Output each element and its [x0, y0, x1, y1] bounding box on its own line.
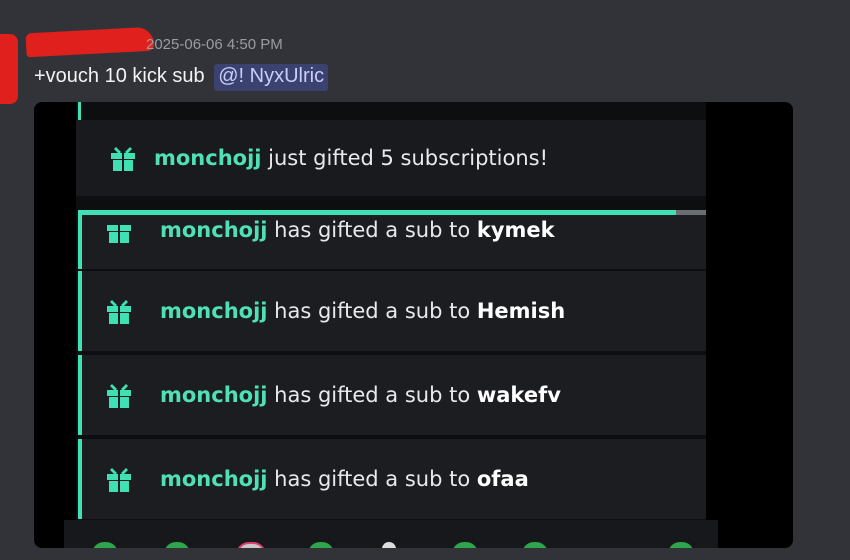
image-attachment[interactable]: monchojj just gifted 5 subscriptions! mo…: [34, 102, 793, 548]
gift-summary-text: monchojj just gifted 5 subscriptions!: [154, 146, 548, 170]
gift-row-message: has gifted a sub to: [267, 218, 477, 242]
gift-summary-row: monchojj just gifted 5 subscriptions!: [76, 120, 706, 196]
gifter-username: monchojj: [160, 299, 268, 323]
gift-summary-message: just gifted 5 subscriptions!: [261, 146, 548, 170]
gift-icon: [106, 297, 132, 325]
gift-row-message: has gifted a sub to: [267, 467, 477, 491]
accent-line: [78, 102, 81, 120]
gifter-username: monchojj: [160, 383, 268, 407]
redacted-avatar-mark: [0, 34, 18, 104]
gift-icon: [110, 144, 136, 172]
gift-icon: [106, 216, 132, 244]
gift-row-text: monchojj has gifted a sub to kymek: [160, 218, 555, 242]
gift-row: monchojj has gifted a sub to kymek: [78, 215, 706, 269]
gifter-username: monchojj: [160, 467, 268, 491]
message-content: +vouch 10 kick sub @! NyxUlric: [34, 64, 329, 91]
gift-row: monchojj has gifted a sub to wakefv: [78, 355, 706, 435]
gifter-username: monchojj: [160, 218, 268, 242]
recipient-username: Hemish: [476, 299, 566, 323]
redacted-username-mark: [25, 26, 155, 58]
message-text: +vouch 10 kick sub: [34, 65, 205, 87]
gift-icon: [106, 381, 132, 409]
message-timestamp: 2025-06-06 4:50 PM: [146, 36, 283, 53]
gift-row-text: monchojj has gifted a sub to Hemish: [160, 299, 565, 323]
gift-row: monchojj has gifted a sub to Hemish: [78, 271, 706, 351]
gift-row-text: monchojj has gifted a sub to ofaa: [160, 467, 529, 491]
recipient-username: kymek: [476, 218, 555, 242]
gift-row-text: monchojj has gifted a sub to wakefv: [160, 383, 561, 407]
kick-chat-panel: monchojj just gifted 5 subscriptions! mo…: [76, 102, 706, 548]
gifter-username: monchojj: [154, 146, 262, 170]
gift-icon: [106, 465, 132, 493]
gift-row-message: has gifted a sub to: [267, 299, 477, 323]
recipient-username: wakefv: [476, 383, 561, 407]
user-mention[interactable]: @! NyxUlric: [214, 64, 329, 91]
gift-row: monchojj has gifted a sub to ofaa: [78, 439, 706, 519]
recipient-username: ofaa: [476, 467, 529, 491]
gift-row-message: has gifted a sub to: [267, 383, 477, 407]
